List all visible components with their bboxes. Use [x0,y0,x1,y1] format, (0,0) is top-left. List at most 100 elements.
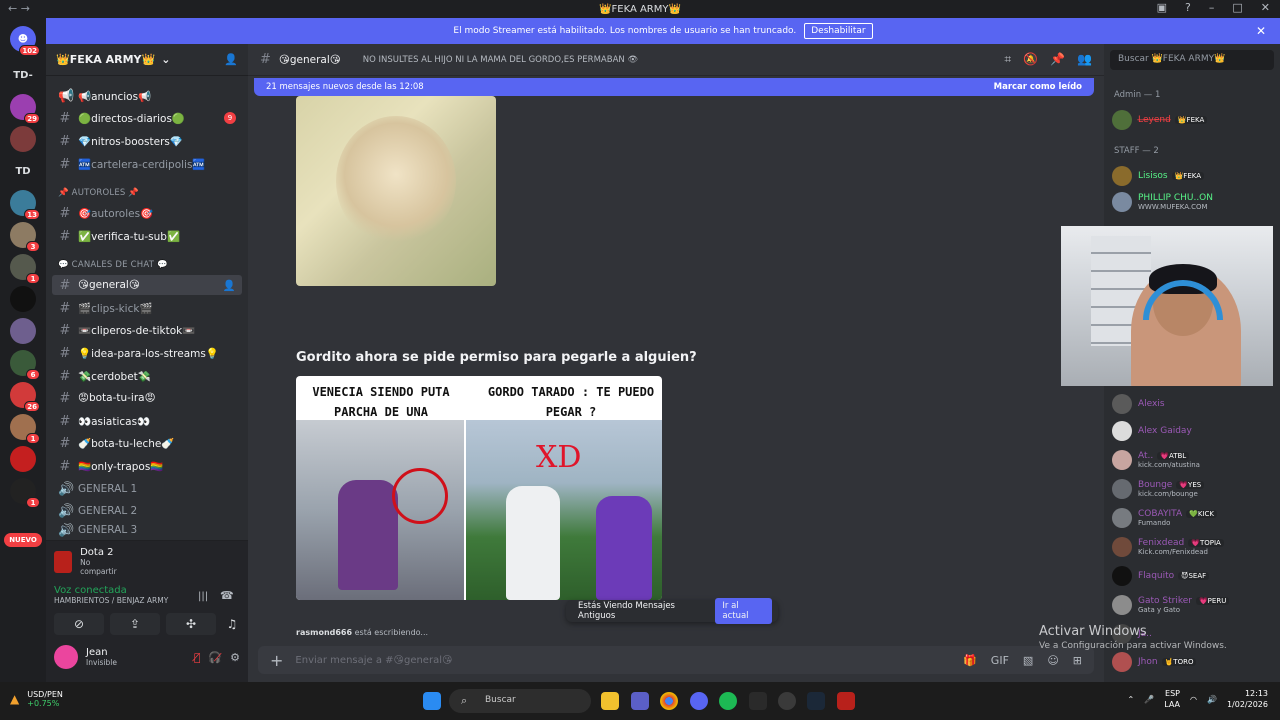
inbox-icon[interactable]: ▣ [1157,1,1167,14]
server-icon-5[interactable]: 13 [10,190,40,220]
channel-clips-kick[interactable]: # 🎬clips-kick🎬 [52,298,242,318]
screen-share-button[interactable]: ⇪ [110,613,160,635]
teams-icon[interactable] [631,692,649,710]
apps-icon[interactable]: ⊞ [1073,654,1082,667]
channel-asiaticas[interactable]: # 👀asiaticas👀 [52,411,242,431]
gift-icon[interactable]: 🎁 [963,654,977,667]
stock-widget[interactable]: ▲ USD/PEN +0.75% [10,690,63,708]
member-item[interactable]: Bounge 💗YES kick.com/bounge [1112,477,1276,501]
member-item[interactable]: Jhon 🤘TORO [1112,650,1276,674]
new-messages-bar[interactable]: 21 mensajes nuevos desde las 12:08 Marca… [254,78,1094,96]
disable-streamer-button[interactable]: Deshabilitar [804,23,873,39]
voice-general-2[interactable]: 🔊 GENERAL 2 [52,501,242,521]
server-icon-7[interactable]: 1 [10,254,40,284]
server-icon-2[interactable]: 29 [10,94,40,124]
server-td[interactable]: TD [10,158,36,184]
file-explorer-icon[interactable] [601,692,619,710]
dota-taskbar-icon[interactable] [837,692,855,710]
emoji-icon[interactable]: ☺ [1047,654,1058,667]
search-input[interactable]: Buscar 👑FEKA ARMY👑 [1110,50,1274,70]
activities-button[interactable]: ✣ [166,613,216,635]
volume-icon[interactable]: 🔊 [1207,695,1217,704]
jump-to-present-button[interactable]: Ir al actual [715,598,772,624]
close-window-button[interactable]: ✕ [1261,1,1270,14]
member-item[interactable]: Flaquito 😈SEAF [1112,564,1276,588]
category-canales-de-chat[interactable]: 💬 CANALES DE CHAT 💬 [58,260,168,270]
channel-nitros-boosters[interactable]: # 💎nitros-boosters💎 [52,131,242,151]
back-forward-icon[interactable]: ← → [8,2,30,15]
message-composer[interactable]: + Enviar mensaje a #😘general😘 🎁 GIF ▧ ☺ … [258,646,1094,674]
channel-topic[interactable]: NO INSULTES AL HIJO NI LA MAMA DEL GORDO… [363,55,639,65]
channel-cerdobet[interactable]: # 💸cerdobet💸 [52,366,242,386]
wifi-icon[interactable]: ◠ [1190,695,1197,704]
meme-attachment[interactable]: VENECIA SIENDO PUTA PARCHA DE UNA GORDO … [296,376,662,600]
channel-cliperos-de-tiktok[interactable]: # 📼cliperos-de-tiktok📼 [52,320,242,340]
disconnect-icon[interactable]: ☎ [220,589,234,602]
channel-cartelera[interactable]: # 🏧cartelera-cerdipolis🏧 [52,154,242,174]
channel-idea-para-los-streams[interactable]: # 💡idea-para-los-streams💡 [52,343,242,363]
windows-start-icon[interactable] [423,692,441,710]
new-unreads-pill[interactable]: NUEVO [4,533,42,547]
mark-read-button[interactable]: Marcar como leído [994,82,1082,92]
soundboard-button[interactable]: ♫ [222,613,242,635]
settings-gear-icon[interactable]: ⚙ [230,651,240,664]
camera-off-button[interactable]: ⊘ [54,613,104,635]
server-icon-9[interactable] [10,318,36,344]
discord-icon[interactable] [690,692,708,710]
voice-channel-label[interactable]: HAMBRIENTOS / BENJAZ ARMY [54,596,168,605]
message-input[interactable]: Enviar mensaje a #😘general😘 [295,655,452,666]
member-item[interactable]: Alexis [1112,392,1276,416]
sticker-icon[interactable]: ▧ [1023,654,1033,667]
channel-autoroles[interactable]: # 🎯autoroles🎯 [52,203,242,223]
channel-bota-tu-leche[interactable]: # 🍼bota-tu-leche🍼 [52,433,242,453]
minimize-button[interactable]: – [1209,1,1215,14]
server-icon-8[interactable] [10,286,36,312]
member-item[interactable]: Alex Gaiday [1112,419,1276,443]
member-list-icon[interactable]: 👥 [1077,52,1092,67]
invite-icon[interactable]: 👤 [223,279,236,292]
member-item[interactable]: Gato Striker 💗PERU Gata y Gato [1112,593,1276,617]
channel-directos-diarios[interactable]: # 🟢directos-diarios🟢 9 [52,108,242,128]
voice-general-1[interactable]: 🔊 GENERAL 1 [52,479,242,499]
channel-only-trapos[interactable]: # 🏳‍🌈only-trapos🏳‍🌈 [52,456,242,476]
pin-icon[interactable]: 📌 [1050,52,1065,67]
spotify-icon[interactable] [719,692,737,710]
home-button[interactable]: ☻ 102 [10,26,40,56]
help-icon[interactable]: ? [1185,1,1191,14]
steam-icon[interactable] [807,692,825,710]
language-indicator[interactable]: ESP LAA [1164,688,1180,710]
server-icon-11[interactable]: 26 [10,382,40,412]
clock[interactable]: 12:13 1/02/2026 [1227,688,1268,710]
server-icon-3[interactable] [10,126,36,152]
member-item[interactable]: Lisisos 👑FEKA [1112,164,1276,188]
image-attachment[interactable] [296,96,496,286]
server-td-dash[interactable]: TD- [10,62,36,88]
taskbar-search[interactable]: ⌕ Buscar [449,689,591,713]
capcut-icon[interactable] [749,692,767,710]
maximize-button[interactable]: □ [1232,1,1242,14]
server-icon-10[interactable]: 6 [10,350,40,380]
channel-general[interactable]: # 😘general😘 👤 [52,275,242,295]
plus-icon[interactable]: + [270,651,283,670]
member-item[interactable]: COBAYITA 💚KICK Fumando [1112,506,1276,530]
avatar[interactable] [54,645,78,669]
channel-anuncios[interactable]: 📢 📢anuncios📢 [52,86,242,106]
mic-muted-icon[interactable]: 🎙̸ [194,651,201,664]
server-header[interactable]: 👑FEKA ARMY👑 ⌄ 👤 [46,44,248,76]
gif-icon[interactable]: GIF [991,654,1009,667]
member-item[interactable]: L̶e̶y̶e̶n̶d̶ 👑FEKA [1112,108,1276,132]
deafened-icon[interactable]: 🎧̸ [208,651,222,664]
obs-icon[interactable] [778,692,796,710]
channel-verifica-tu-sub[interactable]: # ✅verifica-tu-sub✅ [52,226,242,246]
server-icon-14[interactable]: 1 [10,478,40,508]
server-icon-6[interactable]: 3 [10,222,40,252]
channel-bota-tu-ira[interactable]: # 😡bota-tu-ira😡 [52,388,242,408]
server-icon-13[interactable] [10,446,36,472]
member-item[interactable]: Fenixdead 💗TOPIA Kick.com/Fenixdead [1112,535,1276,559]
mic-icon[interactable]: 🎤 [1144,695,1154,704]
category-autoroles[interactable]: 📌 AUTOROLES 📌 [58,188,139,198]
chevron-up-icon[interactable]: ⌃ [1128,695,1135,704]
threads-icon[interactable]: ⌗ [1004,52,1011,67]
noise-suppression-icon[interactable]: ||| [198,591,208,602]
notification-bell-icon[interactable]: 🔕 [1023,52,1038,67]
